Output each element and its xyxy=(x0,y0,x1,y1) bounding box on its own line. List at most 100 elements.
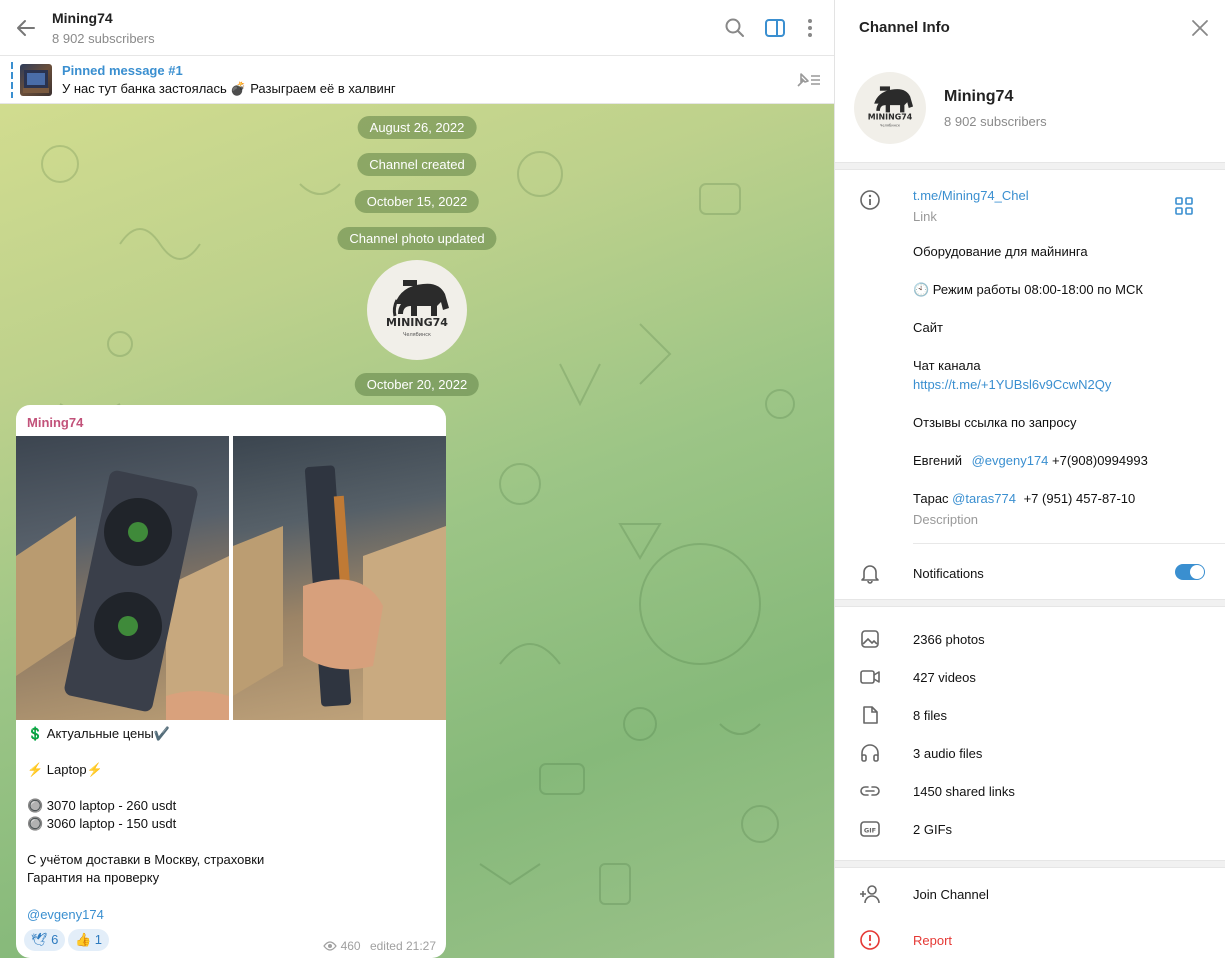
media-links-row[interactable]: 1450 shared links xyxy=(835,772,1225,810)
gifs-count: 2 GIFs xyxy=(913,822,953,837)
info-header: Channel Info xyxy=(835,0,1225,56)
report-icon xyxy=(860,930,880,950)
headphones-icon xyxy=(861,744,879,762)
report-label: Report xyxy=(913,933,953,948)
description-label: Description xyxy=(913,512,979,527)
post-line: 🔘 3060 laptop - 150 usdt xyxy=(27,816,177,831)
post-line: ⚡ Laptop⚡ xyxy=(27,762,103,777)
reaction-dove[interactable]: 🕊 6 xyxy=(24,929,66,951)
description-line: Чат канала xyxy=(913,358,981,373)
info-logo-subtext: Челябинск xyxy=(880,124,901,128)
chat-subscribers: 8 902 subscribers xyxy=(52,31,155,46)
contact-phone: +7(908)0994993 xyxy=(1052,453,1148,468)
section-separator xyxy=(835,162,1225,170)
pinned-message-bar[interactable]: Pinned message #1 У нас тут банка застоя… xyxy=(0,56,834,104)
contact-name: Евгений xyxy=(913,453,962,468)
date-badge: October 20, 2022 xyxy=(354,373,480,396)
contact-line-taras: Тарас @taras774 +7 (951) 457-87-10 xyxy=(913,491,1135,506)
contact-mention[interactable]: @evgeny174 xyxy=(972,453,1049,468)
channel-link-label: Link xyxy=(913,209,937,224)
description-line: Отзывы ссылка по запросу xyxy=(913,415,1077,430)
views-eye-icon xyxy=(323,941,337,951)
info-channel-name: Mining74 xyxy=(944,88,1014,105)
logo-text: MINING74 xyxy=(386,316,448,329)
post-author[interactable]: Mining74 xyxy=(27,415,83,430)
chat-background: August 26, 2022 Channel created October … xyxy=(0,104,834,958)
channel-post[interactable]: Mining74 💲 Актуальные цены✔️ ⚡ Laptop⚡ 🔘… xyxy=(16,405,446,958)
description-line: 🕙 Режим работы 08:00-18:00 по МСК xyxy=(913,282,1143,297)
pin-list-icon[interactable] xyxy=(794,70,822,90)
views-count: 460 xyxy=(340,939,361,953)
join-channel-button[interactable]: Join Channel xyxy=(835,875,1225,913)
description-line: Сайт xyxy=(913,320,943,335)
post-line: 🔘 3070 laptop - 260 usdt xyxy=(27,798,177,813)
description-line: Оборудование для майнинга xyxy=(913,244,1088,259)
contact-mention[interactable]: @taras774 xyxy=(952,491,1016,506)
post-meta: 460 edited 21:27 xyxy=(323,939,436,953)
section-separator xyxy=(835,599,1225,607)
pinned-thumbnail xyxy=(20,64,52,96)
photo-icon xyxy=(861,630,879,648)
date-badge: August 26, 2022 xyxy=(357,116,477,139)
media-audio-row[interactable]: 3 audio files xyxy=(835,734,1225,772)
logo-subtext: Челябинск xyxy=(403,332,431,338)
contact-name: Тарас xyxy=(913,491,949,506)
section-separator xyxy=(835,860,1225,868)
post-line: С учётом доставки в Москву, страховки xyxy=(27,852,265,867)
join-channel-label: Join Channel xyxy=(913,887,989,902)
channel-photo[interactable]: MINING74 Челябинск xyxy=(367,260,467,360)
qr-code-icon[interactable] xyxy=(1175,197,1193,215)
more-menu-icon[interactable] xyxy=(798,16,822,40)
chat-title[interactable]: Mining74 xyxy=(52,10,113,26)
chat-invite-link[interactable]: https://t.me/+1YUBsl6v9CcwN2Qy xyxy=(913,377,1111,392)
media-videos-row[interactable]: 427 videos xyxy=(835,658,1225,696)
edited-time: edited 21:27 xyxy=(369,939,436,953)
pinned-indicator xyxy=(11,62,13,98)
media-gifs-row[interactable]: GIF 2 GIFs xyxy=(835,810,1225,848)
notifications-label: Notifications xyxy=(913,566,984,581)
service-message: Channel created xyxy=(357,153,477,176)
media-files-row[interactable]: 8 files xyxy=(835,696,1225,734)
divider xyxy=(913,543,1225,544)
notifications-toggle[interactable] xyxy=(1175,564,1205,580)
gif-icon: GIF xyxy=(860,821,880,837)
svg-text:GIF: GIF xyxy=(864,827,876,835)
info-title: Channel Info xyxy=(859,19,950,36)
links-count: 1450 shared links xyxy=(913,784,1015,799)
report-button[interactable]: Report xyxy=(835,921,1225,958)
post-line: 💲 Актуальные цены✔️ xyxy=(27,726,170,741)
contact-phone: +7 (951) 457-87-10 xyxy=(1023,491,1136,506)
video-icon xyxy=(860,670,880,684)
info-icon xyxy=(860,190,880,210)
pinned-title: Pinned message #1 xyxy=(62,63,183,78)
post-mention-link[interactable]: @evgeny174 xyxy=(27,907,104,922)
files-count: 8 files xyxy=(913,708,947,723)
media-photos-row[interactable]: 2366 photos xyxy=(835,620,1225,658)
back-arrow-icon[interactable] xyxy=(14,16,38,40)
photos-count: 2366 photos xyxy=(913,632,985,647)
bell-icon xyxy=(861,565,879,584)
chat-pane: Mining74 8 902 subscribers Pinned messag… xyxy=(0,0,834,958)
add-user-icon xyxy=(860,885,880,904)
info-avatar[interactable]: MINING74 Челябинск xyxy=(854,72,926,144)
search-icon[interactable] xyxy=(723,16,747,40)
date-badge: October 15, 2022 xyxy=(354,190,480,213)
reaction-thumbs-up[interactable]: 👍 1 xyxy=(68,929,110,951)
post-line: Гарантия на проверку xyxy=(27,870,160,885)
sidebar-toggle-icon[interactable] xyxy=(763,16,787,40)
file-icon xyxy=(863,706,878,724)
close-icon[interactable] xyxy=(1190,18,1210,38)
chat-header: Mining74 8 902 subscribers xyxy=(0,0,834,56)
link-icon xyxy=(860,786,880,796)
service-message: Channel photo updated xyxy=(337,227,497,250)
channel-link[interactable]: t.me/Mining74_Chel xyxy=(913,188,1029,203)
videos-count: 427 videos xyxy=(913,670,976,685)
contact-line-evgeny: Евгений @evgeny174 +7(908)0994993 xyxy=(913,453,1148,468)
post-photo[interactable] xyxy=(16,436,229,720)
pinned-text: У нас тут банка застоялась 💣 Разыграем е… xyxy=(62,81,396,96)
audio-count: 3 audio files xyxy=(913,746,983,761)
info-subscribers: 8 902 subscribers xyxy=(944,114,1047,129)
info-logo-text: MINING74 xyxy=(868,113,913,122)
post-photo[interactable] xyxy=(233,436,446,720)
channel-info-panel: Channel Info MINING74 Челябинск Mining74… xyxy=(834,0,1225,958)
